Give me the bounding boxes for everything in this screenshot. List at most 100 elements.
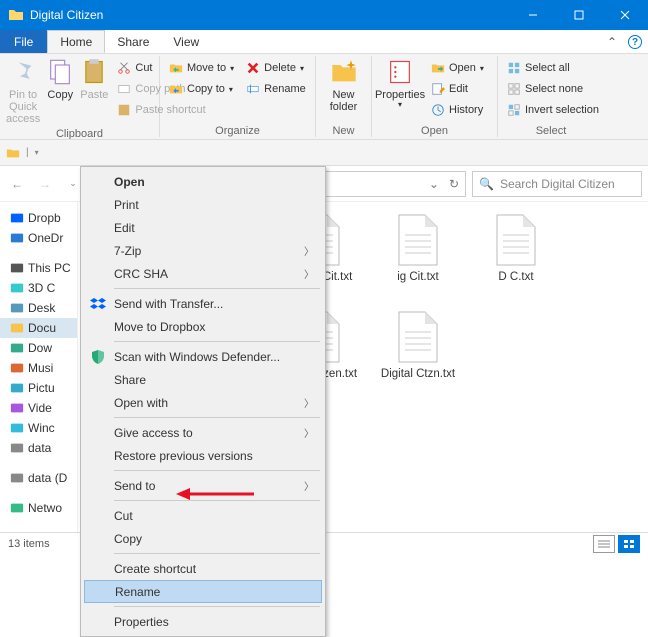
quick-access-toolbar: | ▾ xyxy=(0,140,648,166)
ctx-open[interactable]: Open xyxy=(84,170,322,193)
file-item[interactable]: D C.txt xyxy=(474,210,558,299)
folder-move-icon xyxy=(169,61,183,75)
group-open-label: Open xyxy=(376,124,493,137)
select-none-icon xyxy=(507,82,521,96)
properties-button[interactable]: Properties▾ xyxy=(376,56,424,112)
shortcut-icon xyxy=(117,103,131,117)
help-button[interactable]: ? xyxy=(628,35,642,49)
select-all-icon xyxy=(507,61,521,75)
minimize-button[interactable] xyxy=(510,0,556,30)
sidebar-item[interactable]: Docu xyxy=(0,318,77,338)
group-organize-label: Organize xyxy=(164,124,311,137)
ctx-open-with[interactable]: Open with〉 xyxy=(84,391,322,414)
view-tab[interactable]: View xyxy=(161,30,211,53)
file-item[interactable]: Digital Ctzn.txt xyxy=(376,307,460,381)
home-tab[interactable]: Home xyxy=(47,30,105,53)
collapse-ribbon-button[interactable]: ⌃ xyxy=(602,30,622,53)
file-tab[interactable]: File xyxy=(0,30,47,53)
context-menu: Open Print Edit 7-Zip〉 CRC SHA〉 Send wit… xyxy=(80,166,326,637)
edit-icon xyxy=(431,82,445,96)
nav-pane[interactable]: DropbOneDr This PC3D CDeskDocuDowMusiPict… xyxy=(0,202,78,532)
invert-selection-button[interactable]: Invert selection xyxy=(504,100,602,120)
delete-button[interactable]: Delete ▾ xyxy=(243,58,309,78)
sidebar-item[interactable]: Pictu xyxy=(0,378,77,398)
select-none-button[interactable]: Select none xyxy=(504,79,602,99)
item-count: 13 items xyxy=(8,538,50,550)
ctx-share[interactable]: Share xyxy=(84,368,322,391)
window-title: Digital Citizen xyxy=(30,8,510,22)
forward-button[interactable]: → xyxy=(34,173,56,195)
ctx-properties[interactable]: Properties xyxy=(84,610,322,633)
menu-bar: File Home Share View ⌃ ? xyxy=(0,30,648,54)
ctx-defender[interactable]: Scan with Windows Defender... xyxy=(84,345,322,368)
annotation-arrow xyxy=(176,486,256,502)
invert-icon xyxy=(507,103,521,117)
maximize-button[interactable] xyxy=(556,0,602,30)
ctx-create-shortcut[interactable]: Create shortcut xyxy=(84,557,322,580)
ctx-send-transfer[interactable]: Send with Transfer... xyxy=(84,292,322,315)
path-icon xyxy=(117,82,131,96)
ctx-copy[interactable]: Copy xyxy=(84,527,322,550)
new-folder-button[interactable]: New folder xyxy=(320,56,367,115)
ctx-edit[interactable]: Edit xyxy=(84,216,322,239)
sidebar-item[interactable]: Dropb xyxy=(0,208,77,228)
sidebar-item[interactable]: data (D xyxy=(0,468,77,488)
properties-icon xyxy=(386,58,414,86)
sidebar-item[interactable]: Musi xyxy=(0,358,77,378)
copy-button[interactable]: Copy xyxy=(44,56,76,103)
sidebar-item[interactable]: Netwo xyxy=(0,498,77,518)
group-select-label: Select xyxy=(502,124,600,137)
sidebar-item[interactable]: Vide xyxy=(0,398,77,418)
ribbon: Pin to Quick access Copy Paste Cut Copy … xyxy=(0,54,648,140)
folder-copy-icon xyxy=(169,82,183,96)
ctx-crc[interactable]: CRC SHA〉 xyxy=(84,262,322,285)
icons-view-button[interactable] xyxy=(618,535,640,553)
ctx-restore[interactable]: Restore previous versions xyxy=(84,444,322,467)
search-icon: 🔍 xyxy=(479,177,494,191)
pin-quick-access-button[interactable]: Pin to Quick access xyxy=(4,56,42,127)
title-bar: Digital Citizen xyxy=(0,0,648,30)
move-to-button[interactable]: Move to ▾ xyxy=(166,58,237,78)
shield-icon xyxy=(90,349,106,365)
details-view-button[interactable] xyxy=(593,535,615,553)
open-button[interactable]: Open ▾ xyxy=(428,58,487,78)
group-new-label: New xyxy=(320,124,367,137)
history-button[interactable]: History xyxy=(428,100,487,120)
file-item[interactable]: ig Cit.txt xyxy=(376,210,460,299)
copy-icon xyxy=(46,58,74,86)
copy-to-button[interactable]: Copy to ▾ xyxy=(166,79,237,99)
sidebar-item[interactable]: data xyxy=(0,438,77,458)
back-button[interactable]: ← xyxy=(6,173,28,195)
search-box[interactable]: 🔍 Search Digital Citizen xyxy=(472,171,642,197)
ctx-rename[interactable]: Rename xyxy=(84,580,322,603)
ctx-cut[interactable]: Cut xyxy=(84,504,322,527)
paste-button[interactable]: Paste xyxy=(78,56,110,103)
pin-icon xyxy=(9,58,37,86)
sidebar-item[interactable]: Dow xyxy=(0,338,77,358)
group-clipboard-label: Clipboard xyxy=(4,127,155,140)
new-folder-icon xyxy=(330,58,358,86)
sidebar-item[interactable]: Winc xyxy=(0,418,77,438)
rename-button[interactable]: Rename xyxy=(243,79,309,99)
sidebar-item[interactable]: OneDr xyxy=(0,228,77,248)
sidebar-item[interactable]: 3D C xyxy=(0,278,77,298)
share-tab[interactable]: Share xyxy=(105,30,161,53)
dropbox-icon xyxy=(90,296,106,312)
history-icon xyxy=(431,103,445,117)
ctx-print[interactable]: Print xyxy=(84,193,322,216)
sidebar-item[interactable]: Desk xyxy=(0,298,77,318)
edit-button[interactable]: Edit xyxy=(428,79,487,99)
ctx-give-access[interactable]: Give access to〉 xyxy=(84,421,322,444)
ctx-move-dropbox[interactable]: Move to Dropbox xyxy=(84,315,322,338)
sidebar-item[interactable]: This PC xyxy=(0,258,77,278)
scissors-icon xyxy=(117,61,131,75)
close-button[interactable] xyxy=(602,0,648,30)
delete-icon xyxy=(246,61,260,75)
open-icon xyxy=(431,61,445,75)
folder-icon xyxy=(8,7,24,23)
ctx-7zip[interactable]: 7-Zip〉 xyxy=(84,239,322,262)
paste-icon xyxy=(80,58,108,86)
folder-icon xyxy=(6,146,20,160)
rename-icon xyxy=(246,82,260,96)
select-all-button[interactable]: Select all xyxy=(504,58,602,78)
